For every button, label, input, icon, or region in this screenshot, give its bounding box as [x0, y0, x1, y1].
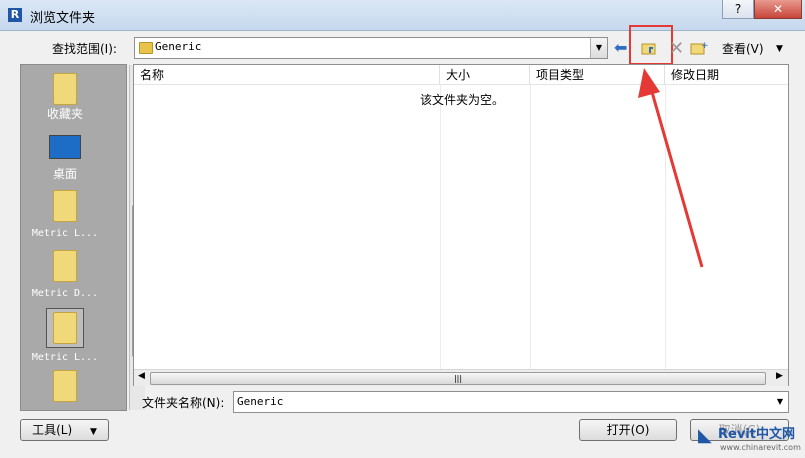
column-divider	[440, 85, 441, 370]
scroll-left-icon[interactable]: ◀	[138, 371, 145, 381]
horizontal-scrollbar[interactable]: ◀ ||| ▶	[134, 369, 788, 386]
look-in-label: 查找范围(I):	[52, 42, 117, 56]
revit-logo-icon: R	[8, 8, 22, 22]
help-button[interactable]: ?	[722, 0, 754, 19]
column-divider	[530, 85, 531, 370]
place-label: Metric D...	[31, 288, 99, 299]
place-label: 桌面	[52, 167, 77, 181]
place-metric-library[interactable]: Metric L...	[21, 190, 109, 239]
place-label: Metric L...	[31, 228, 99, 239]
place-desktop[interactable]: 桌面	[21, 135, 109, 182]
selected-frame	[46, 308, 84, 348]
views-menu-button[interactable]: 查看(V)	[722, 40, 764, 57]
look-in-combobox[interactable]: Generic ▼	[134, 37, 608, 59]
favorites-folder-icon	[53, 73, 77, 105]
chevron-down-icon[interactable]: ▼	[776, 44, 783, 54]
empty-folder-message: 该文件夹为空。	[420, 93, 505, 107]
look-in-value: Generic	[155, 40, 202, 53]
place-metric-detail[interactable]: Metric D...	[21, 250, 109, 299]
folder-name-input[interactable]: Generic ▼	[233, 391, 789, 413]
place-metric-library-selected[interactable]: Metric L...	[21, 308, 109, 363]
watermark-name: Revit中文网	[718, 427, 795, 442]
column-header-size[interactable]: 大小	[440, 65, 530, 85]
annotation-arrow-icon	[638, 68, 704, 268]
window-title: 浏览文件夹	[30, 11, 96, 26]
folder-name-label: 文件夹名称(N):	[142, 396, 225, 410]
revit-mark-icon: ◣	[698, 425, 712, 446]
scroll-right-icon[interactable]: ▶	[776, 371, 783, 381]
places-bar: 收藏夹 桌面 Metric L... Metric D... Metric L.…	[20, 64, 145, 411]
place-more[interactable]	[21, 370, 109, 402]
column-header-name[interactable]: 名称	[134, 65, 440, 85]
open-button[interactable]: 打开(O)	[579, 419, 677, 441]
title-bar: R 浏览文件夹 ? ✕	[0, 0, 805, 31]
chevron-down-icon: ▼	[89, 427, 97, 437]
folder-icon	[53, 312, 77, 344]
tools-button[interactable]: 工具(L) ▼	[20, 419, 109, 441]
folder-name-value: Generic	[237, 395, 284, 408]
tools-label: 工具(L)	[32, 423, 73, 437]
scroll-thumb[interactable]: |||	[150, 372, 766, 385]
folder-icon	[53, 370, 77, 402]
folder-icon	[53, 190, 77, 222]
desktop-icon	[49, 135, 81, 159]
watermark: ◣ Revit中文网 www.chinarevit.com	[698, 423, 802, 457]
place-favorites[interactable]: 收藏夹	[21, 73, 109, 122]
folder-icon	[139, 42, 153, 54]
place-label: Metric L...	[31, 352, 99, 363]
watermark-url: www.chinarevit.com	[720, 443, 801, 452]
chevron-down-icon[interactable]: ▼	[772, 392, 788, 412]
place-label: 收藏夹	[46, 107, 83, 121]
close-button[interactable]: ✕	[754, 0, 802, 19]
folder-icon	[53, 250, 77, 282]
